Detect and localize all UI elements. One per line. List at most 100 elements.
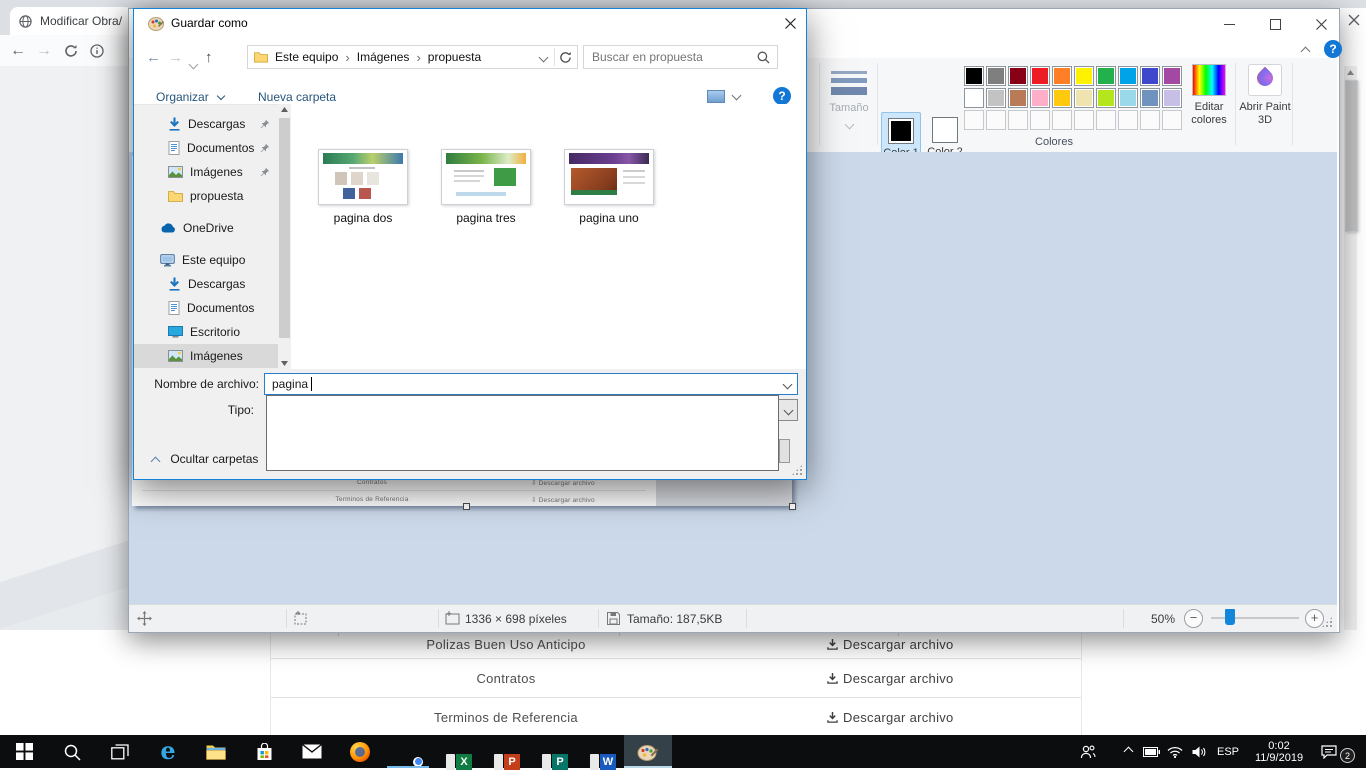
palette-empty-swatch[interactable] [1140, 110, 1160, 130]
clock[interactable]: 0:02 11/9/2019 [1246, 735, 1312, 768]
download-link[interactable]: Descargar archivo [827, 671, 954, 686]
save-button-edge[interactable] [779, 439, 790, 463]
taskbar-word-button[interactable]: W [576, 735, 624, 768]
palette-color-swatch[interactable] [1118, 88, 1138, 108]
volume-icon[interactable] [1188, 735, 1210, 768]
nav-pane-scrollbar[interactable] [278, 104, 291, 369]
palette-empty-swatch[interactable] [1118, 110, 1138, 130]
palette-color-swatch[interactable] [1030, 66, 1050, 86]
hide-folders-button[interactable]: Ocultar carpetas [152, 452, 258, 466]
palette-empty-swatch[interactable] [1074, 110, 1094, 130]
taskbar-powerpoint-button[interactable]: P [480, 735, 528, 768]
taskbar-file-explorer-button[interactable] [192, 735, 240, 768]
palette-empty-swatch[interactable] [1162, 110, 1182, 130]
browser-forward-icon[interactable]: → [36, 42, 52, 60]
palette-color-swatch[interactable] [986, 66, 1006, 86]
scrollbar-thumb[interactable] [279, 118, 290, 338]
palette-empty-swatch[interactable] [964, 110, 984, 130]
palette-color-swatch[interactable] [1096, 88, 1116, 108]
palette-color-swatch[interactable] [1140, 66, 1160, 86]
taskbar-chrome-button[interactable] [384, 735, 432, 768]
site-info-icon[interactable] [90, 44, 104, 58]
taskbar-task-view-button[interactable] [96, 735, 144, 768]
paint-help-icon[interactable]: ? [1324, 40, 1342, 58]
type-combo-dropdown-icon[interactable] [778, 399, 798, 421]
scroll-down-icon[interactable] [281, 361, 288, 366]
canvas-resize-handle-bottom[interactable] [463, 503, 470, 510]
ribbon-collapse-icon[interactable] [1302, 44, 1316, 56]
palette-color-swatch[interactable] [964, 66, 984, 86]
new-folder-button[interactable]: Nueva carpeta [258, 90, 336, 104]
taskbar-mail-button[interactable] [288, 735, 336, 768]
palette-color-swatch[interactable] [1052, 66, 1072, 86]
sidebar-item-este-equipo[interactable]: Este equipo [134, 248, 278, 272]
taskbar-search-button[interactable] [48, 735, 96, 768]
language-indicator[interactable]: ESP [1212, 735, 1244, 768]
address-dropdown-icon[interactable] [540, 50, 547, 64]
sidebar-item-imágenes[interactable]: Imágenes [134, 160, 278, 184]
breadcrumb-item[interactable]: Imágenes [350, 50, 417, 64]
palette-color-swatch[interactable] [1052, 88, 1072, 108]
palette-empty-swatch[interactable] [986, 110, 1006, 130]
palette-color-swatch[interactable] [1074, 66, 1094, 86]
dialog-back-icon[interactable]: ← [146, 49, 161, 66]
size-button[interactable]: Tamaño [823, 63, 875, 145]
change-view-button[interactable] [707, 89, 745, 105]
sidebar-item-imágenes[interactable]: Imágenes [134, 344, 278, 368]
download-link[interactable]: Descargar archivo [827, 710, 954, 725]
recent-locations-icon[interactable] [190, 57, 197, 71]
browser-reload-icon[interactable] [64, 44, 78, 58]
paint-minimize-button[interactable] [1213, 9, 1245, 39]
browser-back-icon[interactable]: ← [10, 42, 26, 60]
dialog-resize-grip[interactable] [791, 464, 803, 476]
people-icon[interactable] [1076, 735, 1100, 768]
wifi-icon[interactable] [1164, 735, 1186, 768]
dialog-close-button[interactable] [775, 9, 806, 37]
palette-color-swatch[interactable] [1162, 66, 1182, 86]
palette-color-swatch[interactable] [1030, 88, 1050, 108]
notification-center-icon[interactable] [1316, 735, 1342, 768]
scroll-up-icon[interactable] [278, 107, 291, 112]
palette-color-swatch[interactable] [1162, 88, 1182, 108]
up-one-level-icon[interactable]: ↑ [205, 49, 213, 66]
scrollbar-up-icon[interactable] [1347, 70, 1354, 75]
browser-close-icon[interactable] [1345, 10, 1363, 30]
sidebar-item-escritorio[interactable]: Escritorio [134, 320, 278, 344]
tray-expand-icon[interactable] [1118, 735, 1138, 768]
zoom-in-button[interactable]: + [1305, 609, 1324, 628]
taskbar-publisher-button[interactable]: P [528, 735, 576, 768]
taskbar-paint-button[interactable] [624, 735, 672, 768]
sidebar-item-propuesta[interactable]: propuesta [134, 184, 278, 208]
zoom-out-button[interactable]: − [1184, 609, 1203, 628]
palette-color-swatch[interactable] [1118, 66, 1138, 86]
taskbar-edge-button[interactable]: e [144, 735, 192, 768]
sidebar-item-documentos[interactable]: Documentos [134, 296, 278, 320]
sidebar-item-documentos[interactable]: Documentos [134, 136, 278, 160]
dialog-forward-icon[interactable]: → [168, 49, 183, 66]
zoom-slider-thumb[interactable] [1225, 609, 1235, 625]
taskbar-firefox-button[interactable] [336, 735, 384, 768]
palette-empty-swatch[interactable] [1052, 110, 1072, 130]
browser-scrollbar[interactable] [1344, 66, 1357, 630]
sidebar-item-onedrive[interactable]: OneDrive [134, 216, 278, 240]
browser-tab[interactable]: Modificar Obra/ [10, 7, 133, 35]
palette-color-swatch[interactable] [1074, 88, 1094, 108]
download-link[interactable]: Descargar archivo [827, 637, 954, 652]
scrollbar-thumb[interactable] [1345, 80, 1358, 232]
taskbar-excel-button[interactable]: X [432, 735, 480, 768]
palette-color-swatch[interactable] [986, 88, 1006, 108]
palette-empty-swatch[interactable] [1096, 110, 1116, 130]
palette-color-swatch[interactable] [1008, 66, 1028, 86]
filename-suggestions-panel[interactable] [266, 395, 779, 471]
filename-input[interactable]: pagina [264, 373, 798, 395]
sidebar-item-descargas[interactable]: Descargas [134, 112, 278, 136]
paint-maximize-button[interactable] [1259, 9, 1291, 39]
breadcrumb-item[interactable]: Este equipo [268, 50, 345, 64]
palette-color-swatch[interactable] [964, 88, 984, 108]
paint-close-button[interactable] [1305, 9, 1337, 39]
edit-colors-button[interactable]: Editar colores [1184, 64, 1234, 127]
breadcrumb-item[interactable]: propuesta [421, 50, 488, 64]
taskbar-store-button[interactable] [240, 735, 288, 768]
filename-dropdown-icon[interactable] [779, 374, 795, 394]
palette-empty-swatch[interactable] [1008, 110, 1028, 130]
